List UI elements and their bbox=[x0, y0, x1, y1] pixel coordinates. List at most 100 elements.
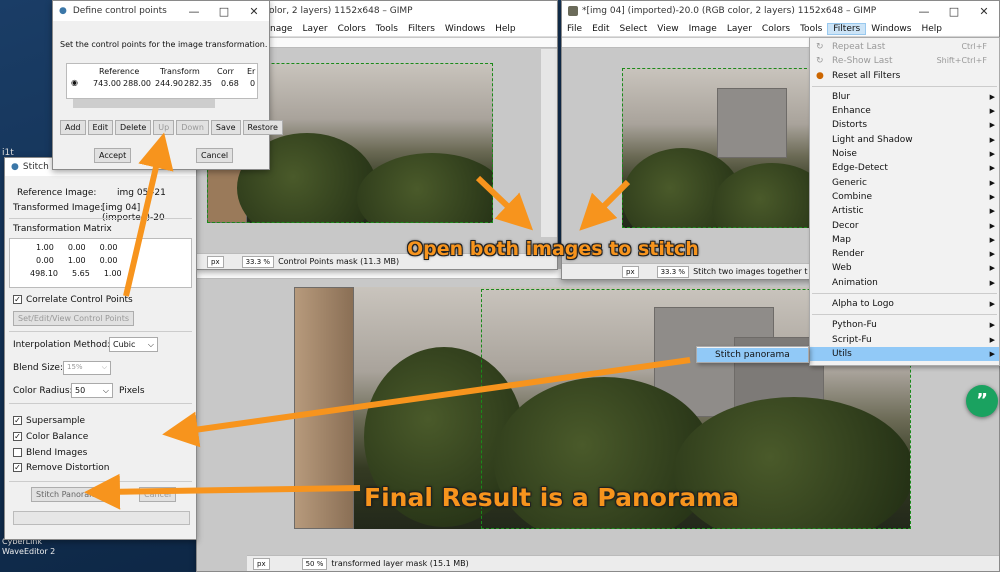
right-unit-select[interactable]: px bbox=[622, 265, 639, 278]
filters-python-fu[interactable]: Python-Fu ▶ bbox=[810, 318, 999, 332]
restore-button[interactable]: Restore bbox=[242, 120, 283, 135]
filters-item-noise[interactable]: Noise ▶ bbox=[810, 147, 999, 161]
filters-item-distorts[interactable]: Distorts ▶ bbox=[810, 118, 999, 132]
left-scrollbar[interactable] bbox=[541, 49, 557, 237]
filters-item-edge-detect[interactable]: Edge-Detect ▶ bbox=[810, 161, 999, 175]
matrix-cell: 498.10 bbox=[30, 269, 58, 278]
menu-image[interactable]: Image bbox=[684, 24, 722, 34]
add-button[interactable]: Add bbox=[60, 120, 86, 135]
control-points-buttons: Add Edit Delete Up Down Save Restore bbox=[60, 120, 283, 135]
menu-edit[interactable]: Edit bbox=[587, 24, 614, 34]
table-row[interactable]: ◉ 743.00 288.00 244.90 282.35 0.68 0 bbox=[67, 76, 257, 90]
supersample-checkbox[interactable]: ✓ bbox=[13, 416, 22, 425]
menu-file[interactable]: File bbox=[562, 24, 587, 34]
filters-item-animation[interactable]: Animation ▶ bbox=[810, 276, 999, 290]
correlate-checkbox[interactable]: ✓ bbox=[13, 295, 22, 304]
blend-images-row[interactable]: Blend Images bbox=[13, 448, 87, 458]
set-edit-control-points-button[interactable]: Set/Edit/View Control Points bbox=[13, 311, 135, 326]
filters-alpha-to-logo[interactable]: Alpha to Logo ▶ bbox=[810, 297, 999, 311]
correlate-row[interactable]: ✓ Correlate Control Points bbox=[13, 295, 133, 305]
ref-image-label: Reference Image: bbox=[17, 188, 97, 198]
control-points-table: Reference Transform Corr Er ◉ 743.00 288… bbox=[66, 63, 258, 99]
filters-reshow-last[interactable]: ↻ Re-Show Last Shift+Ctrl+F bbox=[810, 54, 999, 68]
cancel-button[interactable]: Cancel bbox=[196, 148, 234, 163]
menu-colors[interactable]: Colors bbox=[333, 24, 371, 34]
menu-layer[interactable]: Layer bbox=[722, 24, 757, 34]
filters-item-decor[interactable]: Decor ▶ bbox=[810, 219, 999, 233]
table-header: Transform bbox=[160, 67, 200, 76]
filters-reset-all[interactable]: ● Reset all Filters bbox=[810, 69, 999, 83]
desktop-label-waveeditor[interactable]: WaveEditor 2 bbox=[2, 547, 55, 556]
gimp-right-titlebar: *[img 04] (imported)-20.0 (RGB color, 2 … bbox=[562, 1, 999, 21]
filters-item-blur[interactable]: Blur ▶ bbox=[810, 90, 999, 104]
stitch-progress-bar bbox=[13, 511, 190, 525]
menu-help[interactable]: Help bbox=[916, 24, 947, 34]
blend-select[interactable]: 15% ⌵ bbox=[63, 361, 111, 375]
menu-view[interactable]: View bbox=[652, 24, 683, 34]
matrix-label: Transformation Matrix bbox=[13, 224, 112, 234]
menu-filters[interactable]: Filters bbox=[403, 24, 440, 34]
accept-button[interactable]: Accept bbox=[94, 148, 132, 163]
matrix-cell: 0.00 bbox=[67, 243, 86, 252]
menu-tools[interactable]: Tools bbox=[371, 24, 403, 34]
remove-distortion-checkbox[interactable]: ✓ bbox=[13, 463, 22, 472]
menu-layer[interactable]: Layer bbox=[297, 24, 332, 34]
menu-colors[interactable]: Colors bbox=[757, 24, 795, 34]
right-selection bbox=[622, 68, 812, 228]
close-icon[interactable]: ✕ bbox=[969, 5, 999, 18]
filters-item-combine[interactable]: Combine ▶ bbox=[810, 190, 999, 204]
left-zoom-select[interactable]: 33.3 % bbox=[241, 255, 275, 268]
main-zoom-select[interactable]: 50 % bbox=[301, 557, 328, 570]
delete-button[interactable]: Delete bbox=[115, 120, 152, 135]
filters-item-map[interactable]: Map ▶ bbox=[810, 233, 999, 247]
close-icon[interactable]: ✕ bbox=[239, 5, 269, 18]
menu-help[interactable]: Help bbox=[490, 24, 521, 34]
interp-label: Interpolation Method: bbox=[13, 340, 111, 350]
filters-repeat-last[interactable]: ↻ Repeat Last Ctrl+F bbox=[810, 40, 999, 54]
menu-filters[interactable]: Filters bbox=[827, 22, 867, 35]
fab-button[interactable]: ” bbox=[966, 385, 998, 417]
down-button[interactable]: Down bbox=[176, 120, 209, 135]
filters-script-fu[interactable]: Script-Fu ▶ bbox=[810, 333, 999, 347]
control-points-titlebar: ● Define control points — □ ✕ bbox=[53, 1, 269, 21]
color-balance-checkbox[interactable]: ✓ bbox=[13, 432, 22, 441]
gimp-right-title: *[img 04] (imported)-20.0 (RGB color, 2 … bbox=[582, 6, 877, 16]
up-button[interactable]: Up bbox=[153, 120, 175, 135]
blend-images-checkbox[interactable] bbox=[13, 448, 22, 457]
filters-item-web[interactable]: Web ▶ bbox=[810, 261, 999, 275]
menu-windows[interactable]: Windows bbox=[866, 24, 916, 34]
radio-icon[interactable]: ◉ bbox=[71, 78, 78, 87]
supersample-row[interactable]: ✓ Supersample bbox=[13, 416, 85, 426]
right-zoom-select[interactable]: 33.3 % bbox=[656, 265, 690, 278]
filters-item-enhance[interactable]: Enhance ▶ bbox=[810, 104, 999, 118]
stitch-panorama-button[interactable]: Stitch Panorama bbox=[31, 487, 107, 502]
matrix-cell: 1.00 bbox=[36, 243, 54, 252]
table-scrollbar[interactable] bbox=[73, 99, 215, 108]
interp-select[interactable]: Cubic ⌵ bbox=[109, 337, 158, 352]
menu-windows[interactable]: Windows bbox=[440, 24, 490, 34]
filters-item-artistic[interactable]: Artistic ▶ bbox=[810, 204, 999, 218]
radius-select[interactable]: 50 ⌵ bbox=[71, 383, 113, 398]
stitch-cancel-button[interactable]: Cancel bbox=[139, 487, 177, 502]
minimize-icon[interactable]: — bbox=[909, 5, 939, 18]
left-unit-select[interactable]: px bbox=[207, 255, 224, 268]
minimize-icon[interactable]: — bbox=[179, 5, 209, 18]
trans-image-label: Transformed Image: bbox=[13, 203, 104, 213]
remove-distortion-row[interactable]: ✓ Remove Distortion bbox=[13, 463, 109, 473]
maximize-icon[interactable]: □ bbox=[209, 5, 239, 18]
filters-item-light-and-shadow[interactable]: Light and Shadow ▶ bbox=[810, 133, 999, 147]
python-icon: ● bbox=[59, 6, 67, 16]
edit-button[interactable]: Edit bbox=[87, 120, 113, 135]
save-button[interactable]: Save bbox=[210, 120, 241, 135]
color-balance-row[interactable]: ✓ Color Balance bbox=[13, 432, 88, 442]
matrix-cell: 0.00 bbox=[36, 256, 54, 265]
filters-utils[interactable]: Utils ▶ bbox=[810, 346, 999, 362]
menu-tools[interactable]: Tools bbox=[795, 24, 827, 34]
gimp-left-title: olor, 2 layers) 1152x648 – GIMP bbox=[269, 6, 413, 16]
filters-item-generic[interactable]: Generic ▶ bbox=[810, 176, 999, 190]
maximize-icon[interactable]: □ bbox=[939, 5, 969, 18]
main-unit-select[interactable]: px bbox=[253, 557, 270, 570]
filters-item-render[interactable]: Render ▶ bbox=[810, 247, 999, 261]
stitch-panorama-item[interactable]: Stitch panorama bbox=[697, 348, 808, 363]
menu-select[interactable]: Select bbox=[615, 24, 653, 34]
